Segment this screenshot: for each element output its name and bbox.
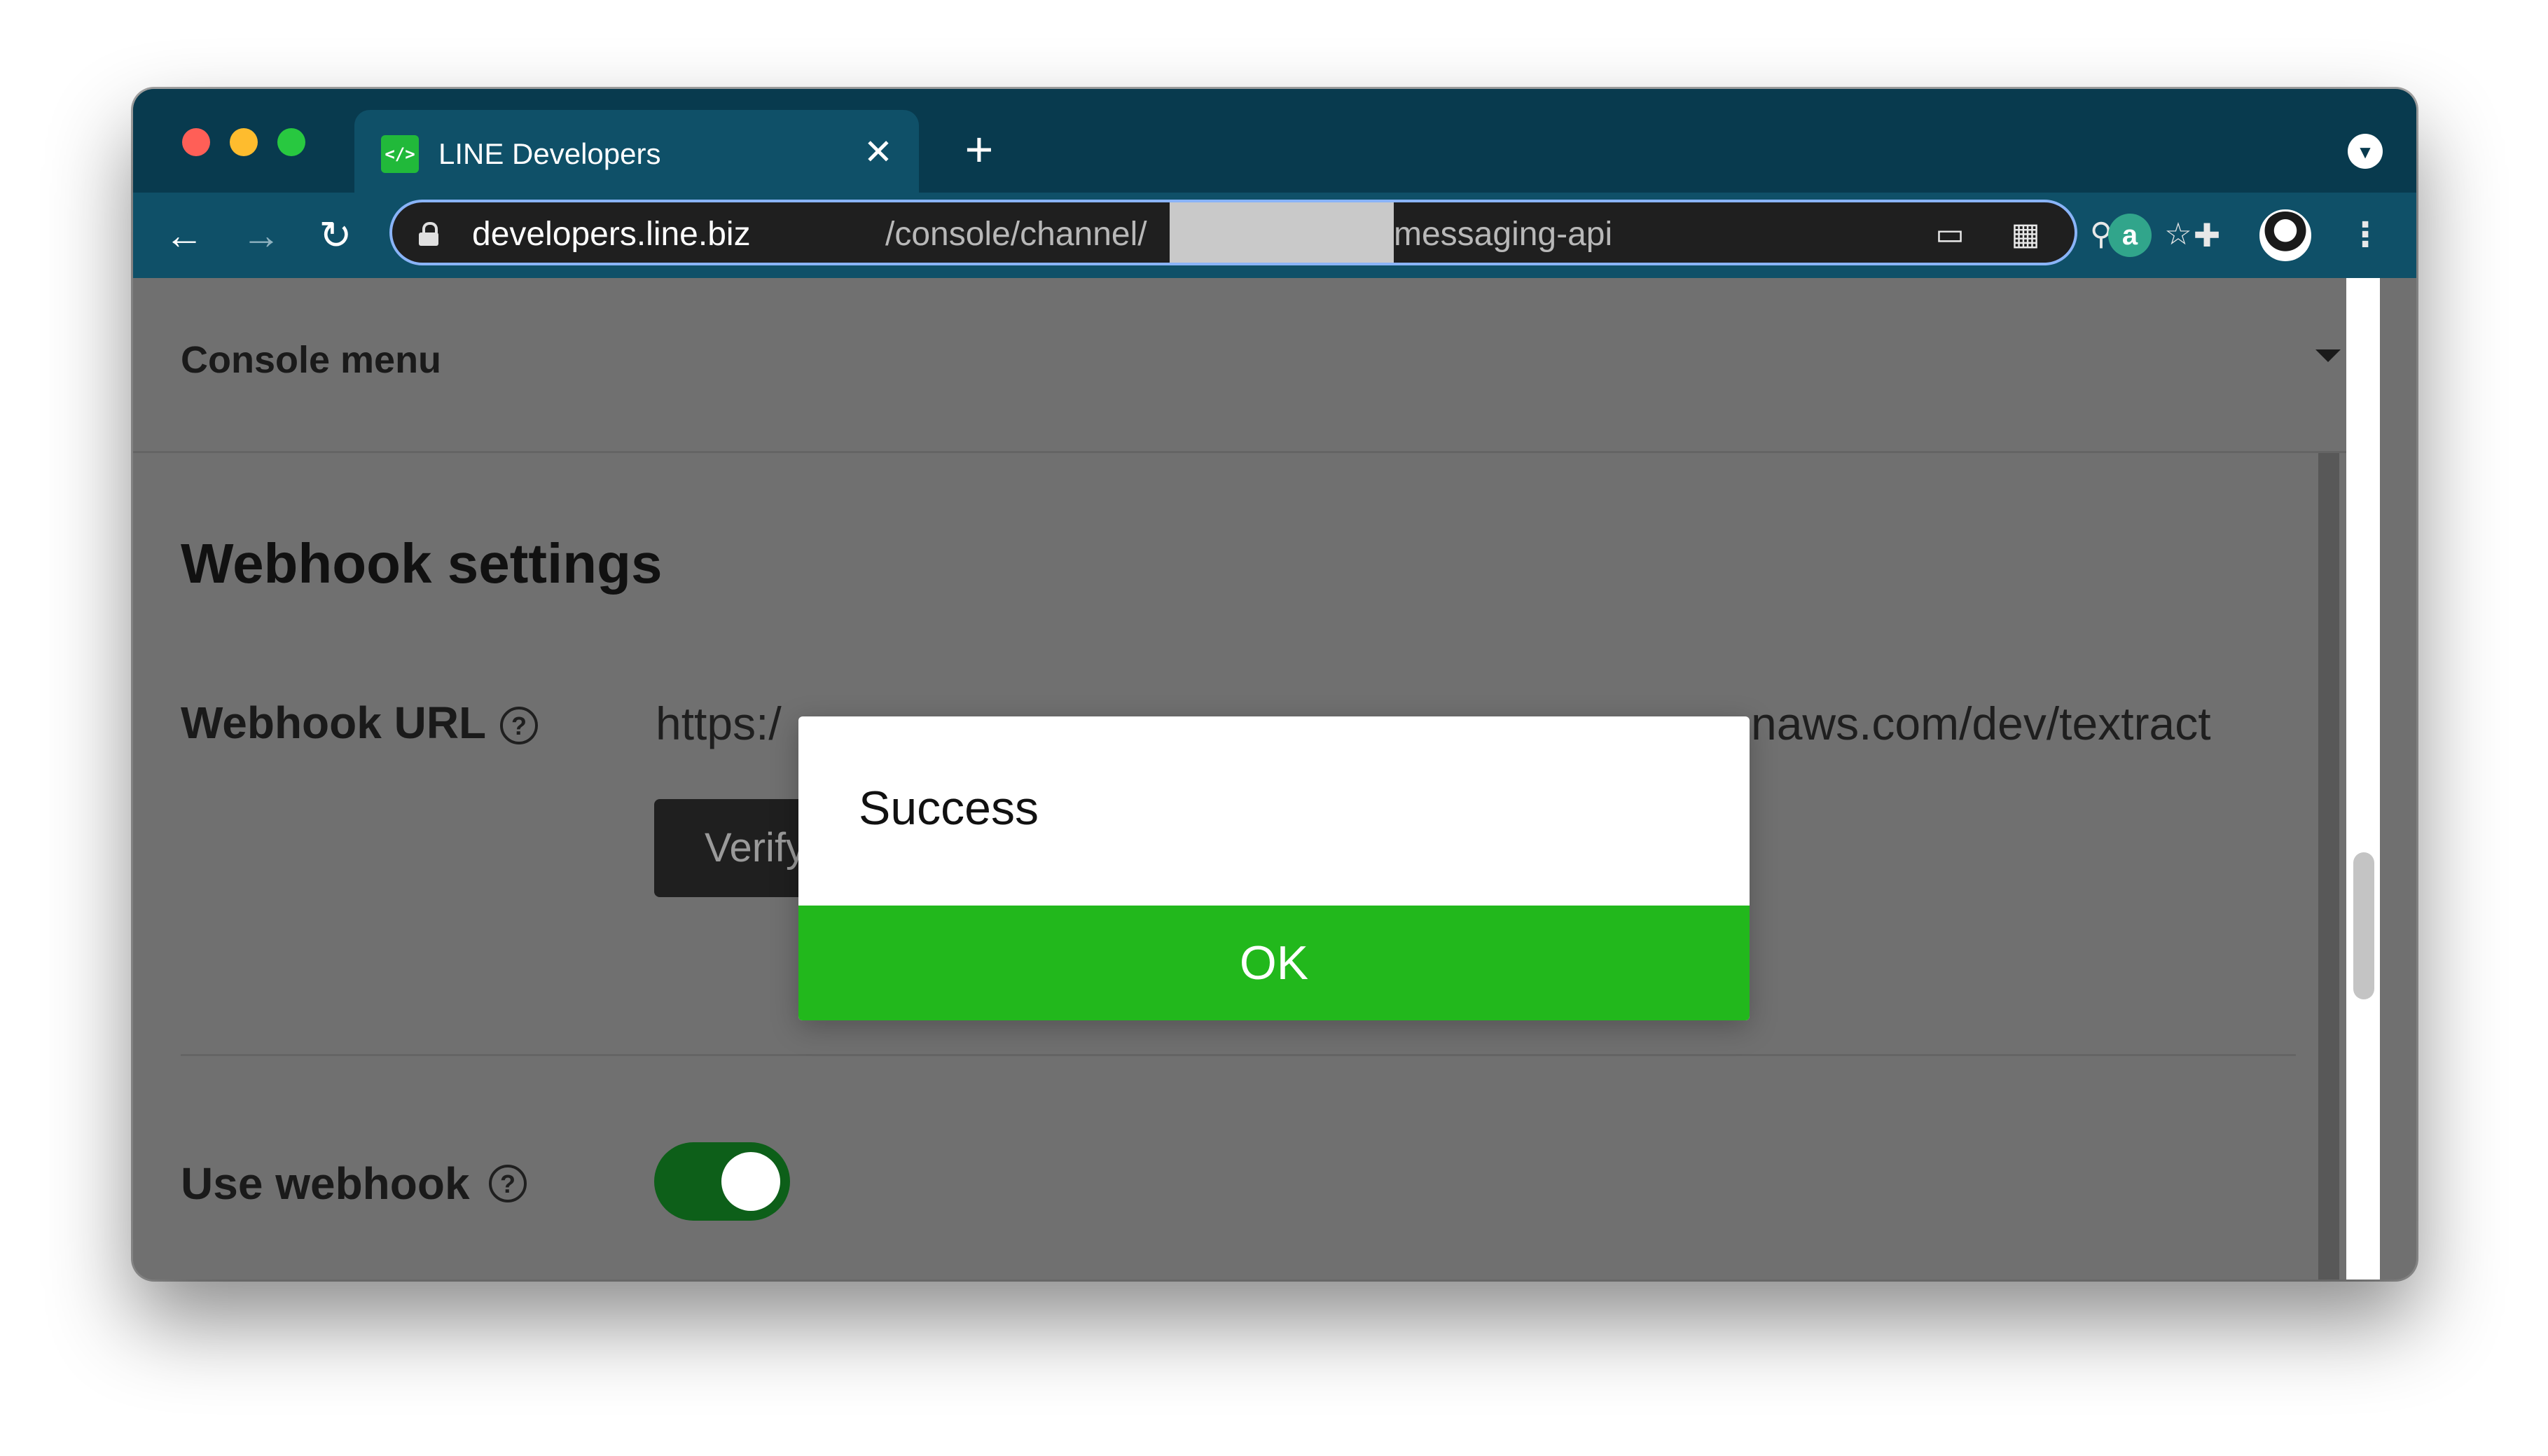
close-window-button[interactable] <box>182 128 210 156</box>
section-title: Webhook settings <box>181 532 663 595</box>
use-webhook-label: Use webhook <box>181 1158 470 1209</box>
tab-title: LINE Developers <box>438 137 661 170</box>
zoom-window-button[interactable] <box>277 128 305 156</box>
webhook-url-help-icon[interactable]: ? <box>500 707 538 744</box>
url-path-start: /console/channel/ <box>885 216 1147 253</box>
use-webhook-toggle[interactable] <box>654 1142 790 1221</box>
browser-window: </> LINE Developers ✕ + ▼ ← → ↻ develope… <box>133 89 2416 1280</box>
minimize-window-button[interactable] <box>230 128 258 156</box>
page-content: Console menu Webhook settings Webhook UR… <box>133 278 2380 1280</box>
amazon-extension-icon[interactable]: a <box>2108 214 2152 257</box>
cast-device-icon[interactable]: ▭ <box>1930 215 1969 254</box>
toggle-knob <box>721 1152 780 1211</box>
line-developers-favicon-icon: </> <box>381 135 419 173</box>
console-menu-label: Console menu <box>181 339 442 381</box>
browser-menu-icon[interactable]: ⋮ <box>2343 214 2387 257</box>
use-webhook-help-icon[interactable]: ? <box>489 1165 527 1202</box>
section-divider <box>181 1054 2296 1056</box>
console-menu-bar[interactable]: Console menu <box>133 278 2380 453</box>
webhook-url-value-start: https:/ <box>656 698 782 749</box>
new-tab-button[interactable]: + <box>958 125 1000 174</box>
back-arrow-icon[interactable]: ← <box>161 212 207 258</box>
url-path-end: messaging-api <box>1394 216 1613 253</box>
forward-arrow-icon[interactable]: → <box>238 212 284 258</box>
tab-search-chevron-down-icon[interactable]: ▼ <box>2348 134 2383 169</box>
webhook-url-label: Webhook URL <box>181 698 487 748</box>
page-scrollbar[interactable] <box>2346 278 2380 1280</box>
profile-avatar[interactable] <box>2259 209 2311 261</box>
address-bar[interactable]: developers.line.biz /console/channel/ me… <box>389 200 2192 265</box>
caret-down-icon[interactable] <box>2315 349 2341 362</box>
webhook-url-value-end: naws.com/dev/textract <box>1751 698 2211 749</box>
reload-icon[interactable]: ↻ <box>312 212 359 258</box>
dialog-message: Success <box>859 782 1039 835</box>
inner-scrollbar-track[interactable] <box>2318 453 2339 1280</box>
url-host: developers.line.biz <box>472 216 751 253</box>
lock-icon[interactable] <box>419 222 438 246</box>
success-dialog: Success OK <box>798 716 1750 1020</box>
redacted-channel-id <box>1170 202 1394 263</box>
browser-toolbar: ← → ↻ developers.line.biz /console/chann… <box>133 193 2416 278</box>
ok-button[interactable]: OK <box>798 906 1750 1020</box>
tab-close-icon[interactable]: ✕ <box>857 131 899 173</box>
browser-tab[interactable]: </> LINE Developers ✕ <box>354 110 919 193</box>
title-bar: </> LINE Developers ✕ + ▼ <box>133 89 2416 193</box>
scrollbar-thumb[interactable] <box>2353 852 2374 999</box>
extensions-puzzle-icon[interactable]: ✚ <box>2185 214 2229 257</box>
verify-button[interactable]: Verify <box>654 799 822 897</box>
qr-code-icon[interactable]: ▦ <box>2006 215 2045 254</box>
